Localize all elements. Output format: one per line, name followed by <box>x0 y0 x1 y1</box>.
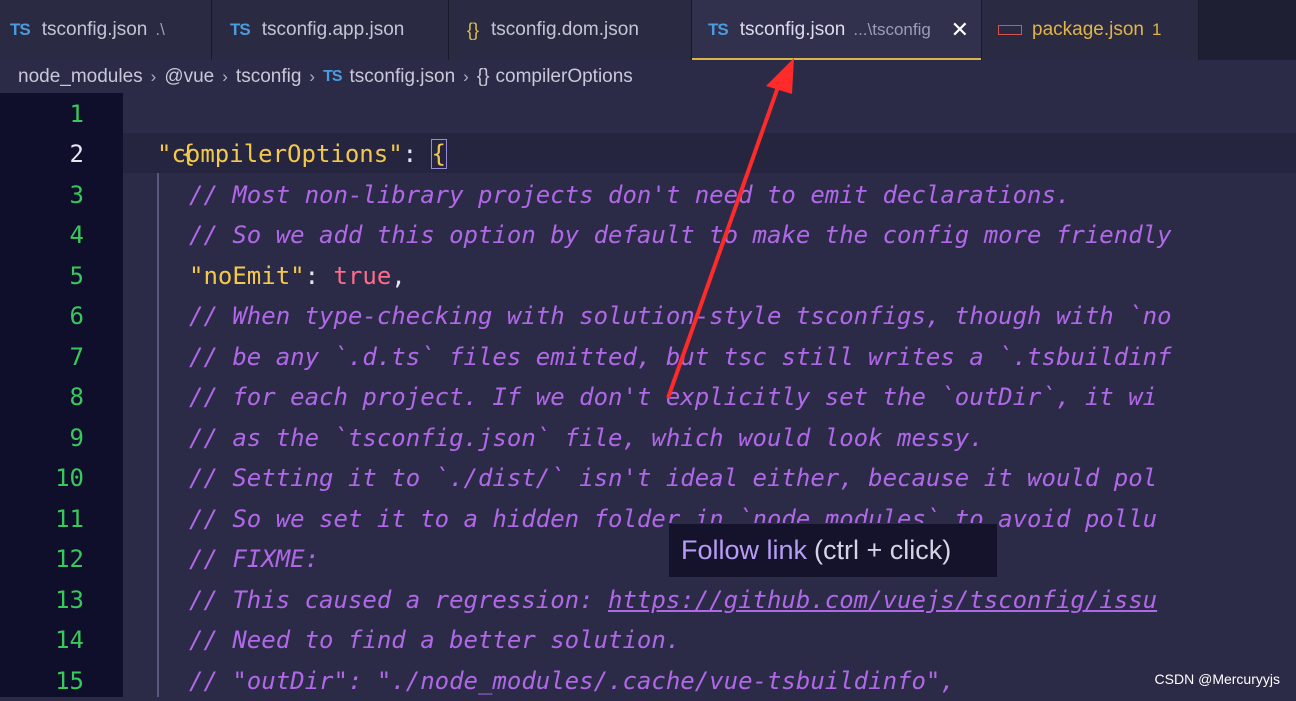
tab-tsconfig-dom[interactable]: {} tsconfig.dom.json <box>449 0 692 60</box>
line-number: 5 <box>69 262 84 290</box>
typescript-file-icon: TS <box>10 20 31 39</box>
comma: , <box>391 262 406 290</box>
line-number: 10 <box>55 464 84 492</box>
line-number: 11 <box>55 505 84 533</box>
line-number: 1 <box>69 100 84 128</box>
breadcrumb-item-node-modules[interactable]: node_modules <box>18 66 143 88</box>
matched-bracket: { <box>430 139 448 169</box>
chevron-right-icon: › <box>309 66 316 86</box>
chevron-right-icon: › <box>463 66 469 86</box>
comment-line: // as the `tsconfig.json` file, which wo… <box>189 424 984 452</box>
follow-link-tooltip: Follow link (ctrl + click) <box>668 523 998 578</box>
code-line-2: "compilerOptions": { <box>157 134 448 174</box>
line-number: 4 <box>69 221 84 249</box>
tab-tsconfig-root[interactable]: TS tsconfig.json .\ <box>0 0 212 60</box>
tab-label: tsconfig.json <box>41 19 148 40</box>
comment-line: // "outDir": "./node_modules/.cache/vue-… <box>189 667 955 695</box>
watermark: CSDN @Mercuryyjs <box>1154 671 1280 687</box>
object-symbol-icon: {} <box>476 65 490 87</box>
comment-line: // When type-checking with solution-styl… <box>189 302 1172 330</box>
breadcrumb: node_modules › @vue › tsconfig › TS tsco… <box>0 60 1296 93</box>
code-line-1: { <box>123 94 195 168</box>
line-number: 3 <box>69 181 84 209</box>
npm-package-icon <box>998 25 1022 35</box>
json-file-icon: {} <box>467 19 480 40</box>
tab-tsconfig-app[interactable]: TS tsconfig.app.json <box>212 0 449 60</box>
line-number: 8 <box>69 383 84 411</box>
colon: : <box>402 140 432 168</box>
json-key: "noEmit" <box>189 262 305 290</box>
comment-line: // Setting it to `./dist/` isn't ideal e… <box>189 464 1158 492</box>
code-line-13: // This caused a regression: https://git… <box>189 580 1157 620</box>
comment-line: // for each project. If we don't explici… <box>189 383 1158 411</box>
comment-text: // This caused a regression: <box>189 586 609 614</box>
line-number: 12 <box>55 545 84 573</box>
chevron-right-icon: › <box>222 66 228 86</box>
tab-label: tsconfig.json <box>739 19 846 40</box>
tooltip-shortcut: (ctrl + click) <box>814 535 952 565</box>
json-boolean: true <box>333 262 392 290</box>
breadcrumb-item-tsconfig-json[interactable]: tsconfig.json <box>350 66 456 88</box>
breadcrumb-item-vue[interactable]: @vue <box>164 66 214 88</box>
line-number: 6 <box>69 302 84 330</box>
editor-tab-bar: TS tsconfig.json .\ TS tsconfig.app.json… <box>0 0 1296 60</box>
comment-line: // Need to find a better solution. <box>189 626 681 654</box>
line-number-gutter: 1 2 3 4 5 6 7 8 9 10 11 12 13 14 15 <box>0 93 123 697</box>
line-number: 9 <box>69 424 84 452</box>
tab-label: tsconfig.dom.json <box>491 19 639 40</box>
comment-line: // Most non-library projects don't need … <box>189 181 1071 209</box>
typescript-file-icon: TS <box>230 20 251 39</box>
line-number: 13 <box>55 586 84 614</box>
colon: : <box>304 262 334 290</box>
line-number: 14 <box>55 626 84 654</box>
comment-line: // be any `.d.ts` files emitted, but tsc… <box>189 343 1172 371</box>
line-number-current: 2 <box>69 140 84 168</box>
line-number: 15 <box>55 667 84 695</box>
json-key: "compilerOptions" <box>157 140 403 168</box>
indent-guide-active <box>157 173 159 697</box>
line-number: 7 <box>69 343 84 371</box>
indent-guide <box>123 173 158 697</box>
typescript-file-icon: TS <box>323 67 342 85</box>
tooltip-action[interactable]: Follow link <box>681 535 807 566</box>
problem-count-badge: 1 <box>1151 20 1162 39</box>
tab-label: package.json <box>1032 19 1144 40</box>
code-line-5: "noEmit": true, <box>189 256 406 296</box>
github-issue-link[interactable]: https://github.com/vuejs/tsconfig/issu <box>608 586 1157 614</box>
comment-line: // So we add this option by default to m… <box>189 221 1172 249</box>
chevron-right-icon: › <box>150 66 157 86</box>
typescript-file-icon: TS <box>708 20 729 39</box>
tab-label: tsconfig.app.json <box>261 19 405 40</box>
tab-path: .\ <box>155 20 165 39</box>
comment-line: // FIXME: <box>189 545 320 573</box>
tab-package-json[interactable]: package.json 1 <box>982 0 1199 60</box>
breadcrumb-item-tsconfig-folder[interactable]: tsconfig <box>236 66 301 88</box>
tab-path: ...\tsconfig <box>853 20 931 39</box>
breadcrumb-item-compiler-options[interactable]: compilerOptions <box>496 66 633 88</box>
code-editor[interactable]: { "compilerOptions": { // Most non-libra… <box>123 93 1296 697</box>
tab-tsconfig-vue-active[interactable]: TS tsconfig.json ...\tsconfig ✕ <box>692 0 982 60</box>
close-icon[interactable]: ✕ <box>951 17 969 43</box>
